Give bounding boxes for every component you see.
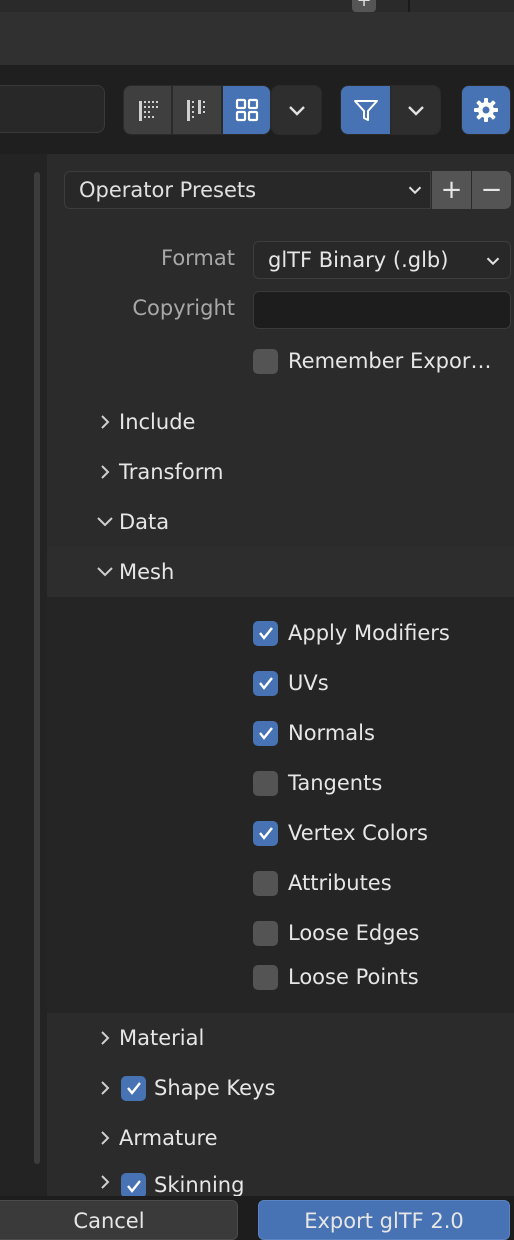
display-mode-thumbnails-button[interactable]	[222, 85, 271, 135]
chevron-down-icon	[93, 514, 117, 530]
loose-points-label: Loose Points	[288, 965, 419, 989]
section-armature[interactable]: Armature	[47, 1115, 514, 1161]
display-mode-horizontal-list-button[interactable]	[172, 85, 222, 135]
chevron-down-icon	[486, 257, 500, 266]
checkmark-icon	[258, 677, 273, 690]
section-shape-keys[interactable]: Shape Keys	[47, 1065, 514, 1111]
chevron-right-icon	[93, 1129, 117, 1147]
mesh-option-vertex-colors[interactable]: Vertex Colors	[253, 816, 428, 850]
shape-keys-checkbox[interactable]	[121, 1075, 146, 1101]
minus-icon: −	[480, 175, 503, 205]
format-dropdown[interactable]: glTF Binary (.glb)	[253, 241, 511, 279]
toggle-region-settings-button[interactable]	[461, 85, 511, 135]
section-skinning-label: Skinning	[154, 1173, 245, 1196]
checkmark-icon	[258, 827, 273, 840]
remember-export-checkbox-row[interactable]: Remember Expor…	[253, 344, 491, 378]
mesh-option-loose-points[interactable]: Loose Points	[253, 960, 419, 994]
uvs-checkbox[interactable]	[253, 670, 278, 696]
checkmark-icon	[258, 727, 273, 740]
section-transform[interactable]: Transform	[47, 449, 514, 495]
section-mesh[interactable]: Mesh	[47, 549, 514, 595]
tangents-checkbox[interactable]	[253, 770, 278, 796]
checkmark-icon	[258, 627, 273, 640]
add-area-button[interactable]: +	[352, 0, 376, 12]
vertex-colors-label: Vertex Colors	[288, 821, 428, 845]
loose-edges-label: Loose Edges	[288, 921, 420, 945]
section-data[interactable]: Data	[47, 499, 514, 545]
remember-export-checkbox[interactable]	[253, 348, 278, 374]
section-armature-label: Armature	[119, 1126, 218, 1150]
mesh-option-loose-edges[interactable]: Loose Edges	[253, 916, 419, 950]
chevron-right-icon	[93, 1173, 117, 1191]
uvs-label: UVs	[288, 671, 329, 695]
format-label: Format	[160, 246, 235, 270]
loose-points-checkbox[interactable]	[253, 964, 278, 990]
section-shape-keys-label: Shape Keys	[154, 1076, 276, 1100]
section-data-label: Data	[119, 510, 170, 534]
list-horizontal-icon	[187, 100, 205, 121]
chevron-down-icon	[93, 564, 117, 580]
section-material[interactable]: Material	[47, 1015, 514, 1061]
apply-modifiers-label: Apply Modifiers	[288, 621, 450, 645]
section-include[interactable]: Include	[47, 399, 514, 445]
attributes-label: Attributes	[288, 871, 392, 895]
cancel-button-label: Cancel	[73, 1209, 145, 1233]
mesh-option-attributes[interactable]: Attributes	[253, 866, 392, 900]
file-list-scrollbar[interactable]	[34, 172, 40, 1164]
section-mesh-label: Mesh	[119, 560, 175, 584]
operator-presets-dropdown[interactable]: Operator Presets	[64, 171, 431, 209]
export-button-label: Export glTF 2.0	[304, 1209, 464, 1233]
checkmark-icon	[126, 1082, 141, 1095]
directory-path-field[interactable]	[0, 85, 105, 133]
remember-export-label: Remember Expor…	[288, 349, 492, 373]
plus-icon: +	[440, 175, 463, 205]
thumbnails-icon	[235, 98, 258, 122]
dialog-title-bar[interactable]	[0, 12, 514, 66]
remove-preset-button[interactable]: −	[472, 171, 511, 209]
filter-settings-dropdown[interactable]	[391, 85, 441, 135]
apply-modifiers-checkbox[interactable]	[253, 620, 278, 646]
chevron-down-icon	[288, 106, 305, 116]
filter-funnel-icon	[353, 100, 378, 121]
section-transform-label: Transform	[119, 460, 224, 484]
file-browser-toolbar	[0, 66, 514, 154]
chevron-down-icon	[408, 106, 424, 116]
format-value: glTF Binary (.glb)	[268, 248, 449, 272]
chevron-down-icon	[408, 186, 422, 195]
vertex-colors-checkbox[interactable]	[253, 820, 278, 846]
mesh-option-tangents[interactable]: Tangents	[253, 766, 382, 800]
export-button[interactable]: Export glTF 2.0	[258, 1200, 510, 1240]
mesh-option-apply-modifiers[interactable]: Apply Modifiers	[253, 616, 450, 650]
normals-label: Normals	[288, 721, 375, 745]
checkmark-icon	[126, 1179, 141, 1193]
chevron-right-icon	[93, 1029, 117, 1047]
section-include-label: Include	[119, 410, 196, 434]
section-skinning[interactable]: Skinning	[47, 1165, 514, 1196]
chevron-right-icon	[93, 1079, 117, 1097]
attributes-checkbox[interactable]	[253, 870, 278, 896]
section-material-label: Material	[119, 1026, 205, 1050]
add-preset-button[interactable]: +	[432, 171, 471, 209]
loose-edges-checkbox[interactable]	[253, 920, 278, 946]
display-mode-vertical-list-button[interactable]	[123, 85, 172, 135]
cancel-button[interactable]: Cancel	[0, 1200, 238, 1240]
top-strip: +	[0, 0, 514, 12]
mesh-option-normals[interactable]: Normals	[253, 716, 375, 750]
filter-toggle-button[interactable]	[340, 85, 391, 135]
chevron-right-icon	[93, 463, 117, 481]
operator-presets-label: Operator Presets	[79, 178, 257, 202]
tangents-label: Tangents	[288, 771, 383, 795]
gear-icon	[474, 98, 498, 122]
chevron-right-icon	[93, 413, 117, 431]
copyright-label: Copyright	[132, 296, 235, 320]
display-settings-dropdown[interactable]	[271, 85, 322, 135]
mesh-option-uvs[interactable]: UVs	[253, 666, 329, 700]
list-vertical-icon	[138, 101, 158, 121]
normals-checkbox[interactable]	[253, 720, 278, 746]
copyright-input[interactable]	[253, 291, 511, 329]
skinning-checkbox[interactable]	[121, 1173, 146, 1196]
area-divider[interactable]	[408, 0, 410, 12]
